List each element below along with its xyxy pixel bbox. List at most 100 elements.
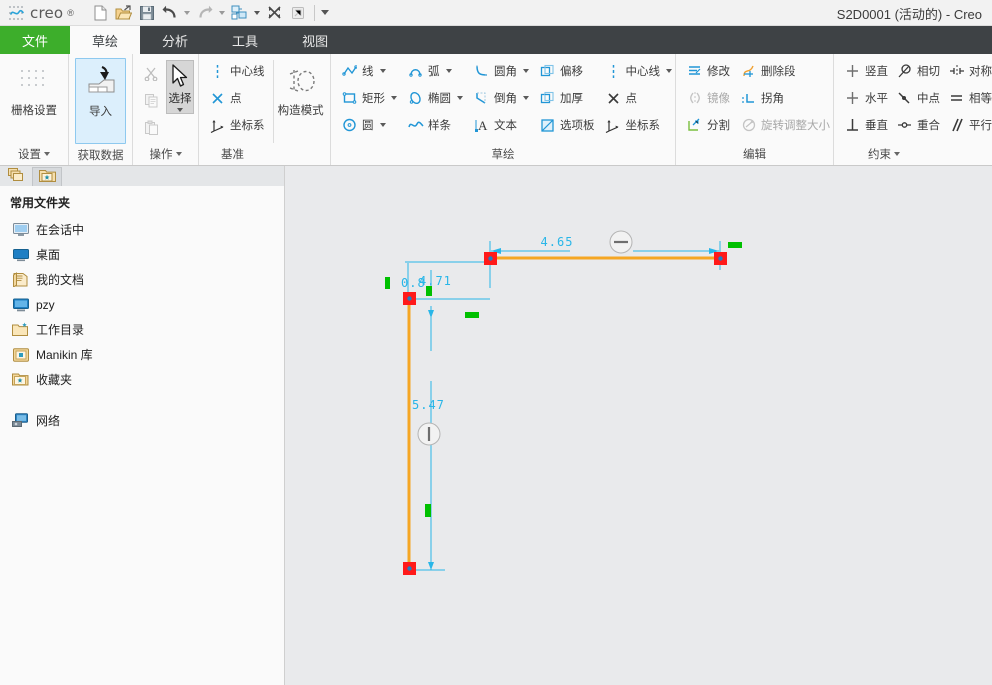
regenerate-dropdown-caret-icon[interactable]: [252, 3, 263, 23]
symmetric-constraint-button[interactable]: 对称: [944, 58, 992, 84]
undo-dropdown-caret-icon[interactable]: [182, 3, 193, 23]
arc-dropdown-caret-icon[interactable]: [445, 69, 452, 73]
ribbon-group-settings-label[interactable]: 设置: [0, 143, 68, 165]
ribbon-group-operations-label[interactable]: 操作: [133, 143, 198, 165]
palette-button[interactable]: 选项板: [535, 112, 599, 138]
rectangle-icon: [341, 90, 358, 107]
vertical-constraint-button[interactable]: 竖直: [840, 58, 892, 84]
delete-segment-button[interactable]: 删除段: [736, 58, 834, 84]
fillet-button[interactable]: 圆角: [469, 58, 533, 84]
rectangle-button[interactable]: 矩形: [337, 85, 401, 111]
arc-button[interactable]: 弧: [403, 58, 467, 84]
ellipse-dropdown-caret-icon[interactable]: [457, 96, 463, 100]
dimension-drag-handles[interactable]: [417, 230, 633, 446]
nav-item-favorites[interactable]: 收藏夹: [0, 367, 284, 392]
tab-tools[interactable]: 工具: [210, 26, 280, 54]
sketch-drawing[interactable]: 4.65 0.8 4.71 5.47: [285, 166, 992, 685]
line-button[interactable]: 线: [337, 58, 401, 84]
horizontal-dimension-value[interactable]: 4.65: [541, 235, 574, 249]
midpoint-constraint-icon: [896, 90, 913, 107]
import-button[interactable]: 导入: [75, 58, 126, 144]
nav-item-desktop[interactable]: 桌面: [0, 242, 284, 267]
modify-button[interactable]: 修改: [682, 58, 734, 84]
tab-sketch[interactable]: 草绘: [70, 26, 141, 54]
rectangle-dropdown-caret-icon[interactable]: [391, 96, 397, 100]
circle-dropdown-caret-icon[interactable]: [379, 123, 386, 127]
line-dropdown-caret-icon[interactable]: [379, 69, 386, 73]
vertical-dimension-value[interactable]: 5.47: [412, 398, 445, 412]
text-button[interactable]: A 文本: [469, 112, 533, 138]
nav-item-pzy[interactable]: pzy: [0, 292, 284, 317]
sketch-csys-button[interactable]: 坐标系: [601, 112, 677, 138]
regenerate-icon[interactable]: [229, 3, 251, 23]
thicken-button[interactable]: 加厚: [535, 85, 599, 111]
datum-centerline-button[interactable]: 中心线: [205, 58, 269, 84]
sketch-point-button[interactable]: 点: [601, 85, 677, 111]
horizontal-constraint-button[interactable]: 水平: [840, 85, 892, 111]
chevron-down-icon[interactable]: [44, 152, 50, 156]
paste-button: [139, 114, 164, 140]
spline-button[interactable]: 样条: [403, 112, 467, 138]
midpoint-constraint-button[interactable]: 中点: [892, 85, 944, 111]
favorites-folder-tab[interactable]: [32, 167, 62, 186]
customize-qat-icon[interactable]: [320, 3, 331, 23]
vertex-dot: [407, 296, 412, 301]
undo-icon[interactable]: [159, 3, 181, 23]
chamfer-button[interactable]: 倒角: [469, 85, 533, 111]
fillet-dropdown-caret-icon[interactable]: [523, 69, 529, 73]
offset-button[interactable]: 偏移: [535, 58, 599, 84]
nav-item-working-directory[interactable]: 工作目录: [0, 317, 284, 342]
chevron-down-icon[interactable]: [175, 152, 182, 156]
ribbon-group-constraints-label[interactable]: 约束: [834, 143, 992, 165]
tab-file[interactable]: 文件: [0, 26, 71, 54]
circle-button[interactable]: 圆: [337, 112, 401, 138]
ellipse-button[interactable]: 椭圆: [403, 85, 467, 111]
divide-button[interactable]: 分割: [682, 112, 734, 138]
overlapping-dimension-b-value[interactable]: 4.71: [419, 274, 452, 288]
nav-item-manikin-library[interactable]: Manikin 库: [0, 342, 284, 367]
grid-settings-button[interactable]: 栅格设置: [6, 58, 62, 118]
select-button[interactable]: 选择: [166, 60, 194, 114]
ribbon-group-get-data: 导入 获取数据: [69, 54, 133, 165]
tab-analysis[interactable]: 分析: [140, 26, 210, 54]
ribbon-group-constraints: 竖直 水平 垂直 相切 中点 重合 对称 相等 平行 约束: [834, 54, 992, 165]
network-icon: [12, 412, 29, 429]
ellipse-icon: [407, 90, 424, 107]
delete-segment-label: 删除段: [761, 66, 796, 78]
equal-constraint-button[interactable]: 相等: [944, 85, 992, 111]
grid-settings-icon: [17, 64, 51, 98]
line-icon: [341, 63, 358, 80]
new-file-icon[interactable]: [90, 3, 112, 23]
nav-item-label: 在会话中: [36, 223, 85, 237]
vertex-dot: [488, 256, 493, 261]
perpendicular-constraint-button[interactable]: 垂直: [840, 112, 892, 138]
nav-item-label: 收藏夹: [36, 373, 73, 387]
tangent-constraint-button[interactable]: 相切: [892, 58, 944, 84]
open-file-icon[interactable]: [113, 3, 135, 23]
coincident-constraint-button[interactable]: 重合: [892, 112, 944, 138]
model-tree-tab[interactable]: [2, 167, 32, 186]
text-icon: A: [473, 117, 490, 134]
sketch-centerline-dropdown-caret-icon[interactable]: [666, 69, 672, 73]
select-dropdown-caret-icon[interactable]: [177, 108, 183, 112]
nav-item-in-session[interactable]: 在会话中: [0, 217, 284, 242]
sketch-vertices[interactable]: [403, 252, 727, 575]
save-icon[interactable]: [136, 3, 158, 23]
tab-view[interactable]: 视图: [280, 26, 350, 54]
corner-button[interactable]: 拐角: [736, 85, 834, 111]
sketch-centerline-button[interactable]: 中心线: [601, 58, 677, 84]
datum-csys-button[interactable]: 坐标系: [205, 112, 269, 138]
ribbon-group-get-data-label: 获取数据: [69, 144, 132, 165]
chamfer-label: 倒角: [494, 93, 517, 105]
nav-item-network[interactable]: 网络: [0, 408, 284, 433]
sketch-canvas[interactable]: 4.65 0.8 4.71 5.47: [285, 166, 992, 685]
construction-mode-button[interactable]: 构造模式: [277, 58, 324, 118]
my-documents-icon: [12, 271, 29, 288]
nav-item-my-documents[interactable]: 我的文档: [0, 267, 284, 292]
constraint-col-1: 竖直 水平 垂直: [840, 58, 892, 138]
parallel-constraint-button[interactable]: 平行: [944, 112, 992, 138]
chamfer-dropdown-caret-icon[interactable]: [523, 96, 529, 100]
datum-point-button[interactable]: 点: [205, 85, 269, 111]
chevron-down-icon[interactable]: [894, 152, 900, 156]
close-window-icon[interactable]: [264, 3, 286, 23]
